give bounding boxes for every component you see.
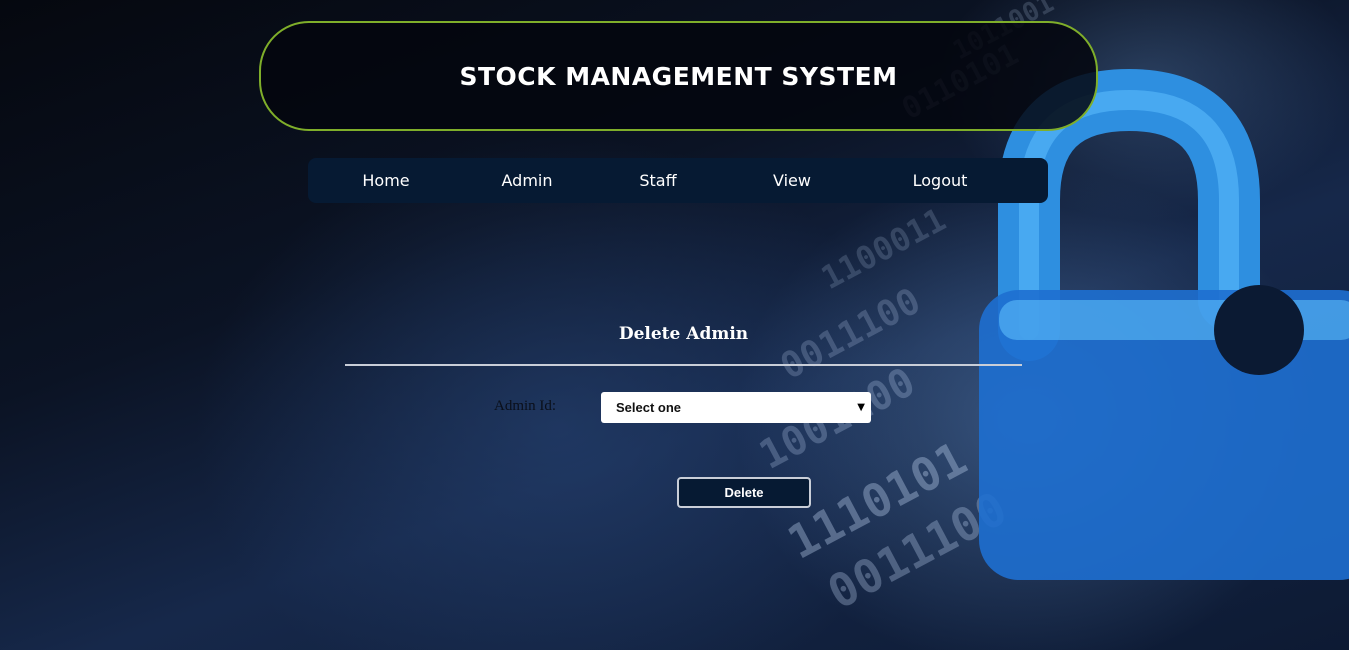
nav-item-logout[interactable]: Logout: [913, 158, 968, 203]
nav-item-admin[interactable]: Admin: [502, 158, 553, 203]
nav-item-view[interactable]: View: [773, 158, 811, 203]
admin-id-label: Admin Id:: [494, 398, 557, 414]
page-title: STOCK MANAGEMENT SYSTEM: [459, 61, 898, 91]
form-divider: [345, 364, 1022, 366]
delete-button[interactable]: Delete: [677, 477, 811, 508]
chevron-down-icon: ▼: [857, 402, 865, 413]
nav-item-staff[interactable]: Staff: [639, 158, 676, 203]
form-title: Delete Admin: [618, 324, 749, 344]
nav-item-home[interactable]: Home: [362, 158, 409, 203]
main-nav: Home Admin Staff View Logout: [308, 158, 1048, 203]
svg-text:1100011: 1100011: [815, 200, 952, 297]
admin-id-select[interactable]: Select one ▼: [601, 392, 871, 423]
header-banner: STOCK MANAGEMENT SYSTEM: [259, 21, 1098, 131]
admin-id-select-value: Select one: [616, 400, 682, 415]
